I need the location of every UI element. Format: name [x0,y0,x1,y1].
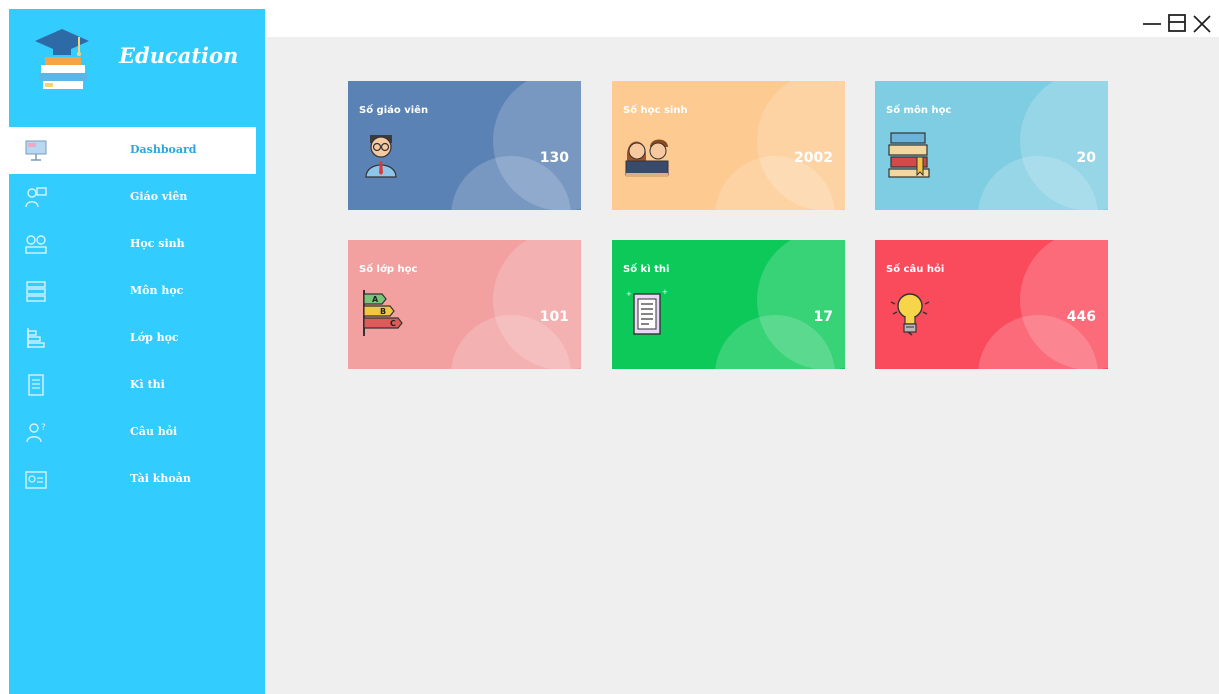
card-value: 130 [539,150,569,166]
svg-text:+: + [626,290,632,298]
sidebar-item-students[interactable]: Học sinh [9,221,265,268]
students-avatar-icon [625,139,669,177]
brand: Education [9,9,265,109]
account-card-icon [25,471,47,489]
question-person-icon: ? [26,423,46,443]
lightbulb-icon [890,293,930,336]
books-icon [26,281,46,302]
card-title: Số giáo viên [359,105,429,116]
sidebar-item-label: Dashboard [130,143,197,156]
sidebar: Education Dashboard Giáo viên Học sinh M… [9,9,265,694]
presentation-board-icon [25,140,47,161]
card-title: Số học sinh [623,105,688,116]
stat-card-students[interactable]: Số học sinh 2002 [612,81,845,210]
exam-paper-icon [28,374,44,396]
class-chart-icon [27,328,45,348]
svg-text:C: C [390,319,396,328]
card-value: 20 [1076,150,1096,166]
sidebar-item-dashboard[interactable]: Dashboard [9,127,256,174]
sidebar-item-classes[interactable]: Lớp học [9,315,265,362]
svg-text:A: A [372,295,379,304]
sidebar-item-label: Kì thi [130,378,165,391]
stat-card-teachers[interactable]: Số giáo viên 130 [348,81,581,210]
sidebar-item-label: Học sinh [130,237,185,250]
card-value: 17 [813,309,833,325]
stat-card-subjects[interactable]: Số môn học 20 [875,81,1108,210]
sidebar-item-exams[interactable]: Kì thi [9,362,265,409]
restore-icon[interactable] [1166,12,1188,34]
sidebar-item-subjects[interactable]: Môn học [9,268,265,315]
svg-text:?: ? [41,423,46,433]
svg-text:+: + [662,288,668,296]
sidebar-item-label: Môn học [130,284,184,297]
sidebar-item-label: Lớp học [130,331,179,344]
sidebar-item-teachers[interactable]: Giáo viên [9,174,265,221]
app-window: Education Dashboard Giáo viên Học sinh M… [0,0,1219,694]
svg-text:B: B [380,307,386,316]
card-title: Số kì thi [623,264,670,275]
app-title: Education [119,43,239,68]
card-title: Số câu hỏi [886,264,945,275]
card-value: 101 [539,309,569,325]
card-value: 2002 [794,150,833,166]
sidebar-item-label: Tài khoản [130,472,191,485]
close-icon[interactable] [1191,12,1213,34]
students-icon [25,235,47,254]
sidebar-item-questions[interactable]: ? Câu hỏi [9,409,265,456]
minimize-icon[interactable] [1141,12,1163,34]
sidebar-item-label: Giáo viên [130,190,188,203]
dashboard-content: Số giáo viên 130 Số học sinh 2002 Số môn… [265,37,1219,694]
grade-levels-icon: A B C [363,290,403,336]
books-stack-icon [888,132,930,178]
window-controls [1139,8,1219,36]
stat-card-questions[interactable]: Số câu hỏi 446 [875,240,1108,369]
exam-document-icon: + + [626,288,668,335]
card-value: 446 [1066,309,1096,325]
stat-card-classes[interactable]: Số lớp học A B C 101 [348,240,581,369]
stat-card-exams[interactable]: Số kì thi + + 17 [612,240,845,369]
graduation-books-icon [35,29,89,89]
card-title: Số môn học [886,105,952,116]
card-title: Số lớp học [359,264,418,275]
sidebar-item-account[interactable]: Tài khoản [9,456,265,503]
sidebar-item-label: Câu hỏi [130,425,178,438]
teacher-avatar-icon [365,135,397,178]
sidebar-nav: Dashboard Giáo viên Học sinh Môn học Lớp… [9,127,265,503]
teacher-icon [25,187,47,208]
